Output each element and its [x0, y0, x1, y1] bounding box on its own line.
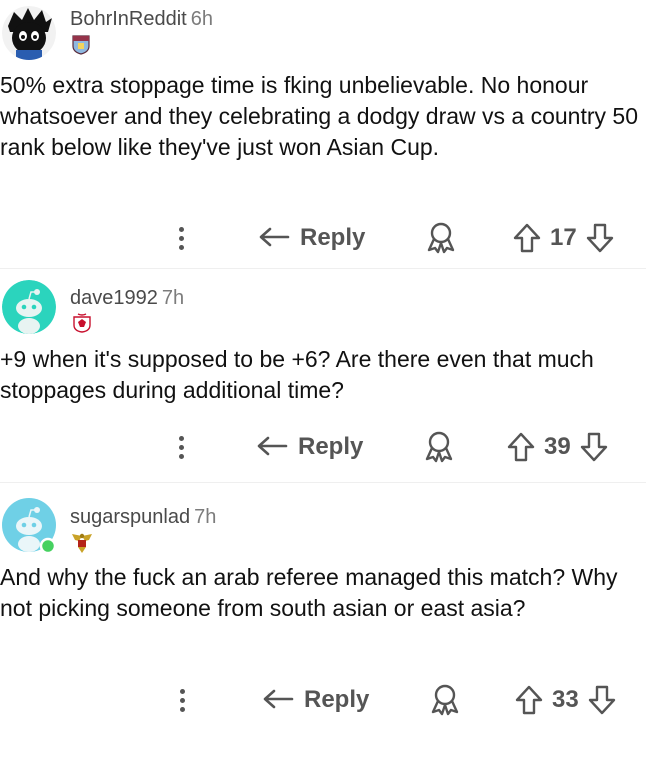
- dot-icon: [179, 697, 185, 703]
- reply-label: Reply: [298, 433, 364, 460]
- award-button[interactable]: [424, 220, 458, 254]
- dot-icon: [178, 453, 184, 459]
- comment-divider: [0, 268, 646, 269]
- award-icon: [425, 431, 453, 463]
- reply-label: Reply: [304, 686, 370, 713]
- award-icon: [427, 222, 455, 254]
- dot-icon: [179, 688, 185, 694]
- dot-icon: [178, 226, 184, 232]
- vote-count: 39: [544, 433, 571, 460]
- vote-count: 33: [552, 686, 579, 713]
- snoo-avatar-icon: [2, 498, 57, 555]
- vote-controls: 33: [514, 682, 617, 718]
- comment-actions: Reply 17: [0, 218, 646, 258]
- reply-arrow-icon: [263, 689, 294, 709]
- downvote-icon[interactable]: [585, 222, 615, 254]
- vote-count: 17: [550, 224, 577, 251]
- username[interactable]: BohrInReddit 6h: [70, 8, 213, 31]
- vote-controls: 39: [506, 429, 609, 465]
- comment-actions: Reply 33: [0, 680, 646, 720]
- comment-body: And why the fuck an arab referee managed…: [0, 564, 618, 621]
- avatar[interactable]: [2, 498, 57, 555]
- username[interactable]: sugarspunlad 7h: [70, 506, 216, 529]
- snoo-avatar-icon: [2, 280, 56, 334]
- club-crest-icon: [72, 313, 92, 333]
- timestamp: 7h: [161, 287, 185, 309]
- dot-icon: [179, 706, 185, 712]
- award-icon: [431, 684, 459, 716]
- timestamp: 7h: [194, 506, 217, 528]
- downvote-icon[interactable]: [587, 684, 617, 716]
- upvote-icon[interactable]: [506, 431, 536, 463]
- comment-actions: Reply 39: [0, 427, 646, 467]
- upvote-icon[interactable]: [514, 684, 544, 716]
- more-options-button[interactable]: [171, 220, 191, 256]
- more-options-button[interactable]: [172, 682, 192, 718]
- timestamp: 6h: [190, 8, 213, 30]
- username-text[interactable]: sugarspunlad: [70, 506, 190, 528]
- award-button[interactable]: [428, 682, 462, 716]
- comment-body: 50% extra stoppage time is fking unbelie…: [0, 72, 638, 160]
- reply-arrow-icon: [259, 227, 290, 247]
- reply-arrow-icon: [257, 436, 288, 456]
- dot-icon: [178, 244, 184, 250]
- dot-icon: [178, 235, 184, 241]
- dot-icon: [178, 444, 184, 450]
- reply-button[interactable]: Reply: [262, 682, 369, 718]
- garuda-emblem-icon: [70, 532, 92, 553]
- more-options-button[interactable]: [171, 429, 191, 465]
- avatar-image: [2, 6, 56, 60]
- avatar[interactable]: [2, 280, 56, 334]
- reply-label: Reply: [300, 224, 366, 251]
- username-text[interactable]: BohrInReddit: [70, 8, 187, 30]
- avatar[interactable]: [2, 6, 56, 60]
- downvote-icon[interactable]: [579, 431, 609, 463]
- comment-divider: [0, 482, 646, 483]
- club-crest-icon: [72, 35, 92, 55]
- online-status-icon: [39, 537, 57, 555]
- username[interactable]: dave1992 7h: [70, 287, 184, 310]
- vote-controls: 17: [512, 220, 615, 256]
- reply-button[interactable]: Reply: [258, 220, 365, 256]
- username-text[interactable]: dave1992: [70, 287, 158, 309]
- upvote-icon[interactable]: [512, 222, 542, 254]
- comment-body: +9 when it's supposed to be +6? Are ther…: [0, 346, 594, 403]
- dot-icon: [178, 435, 184, 441]
- reply-button[interactable]: Reply: [256, 429, 363, 465]
- award-button[interactable]: [422, 429, 456, 463]
